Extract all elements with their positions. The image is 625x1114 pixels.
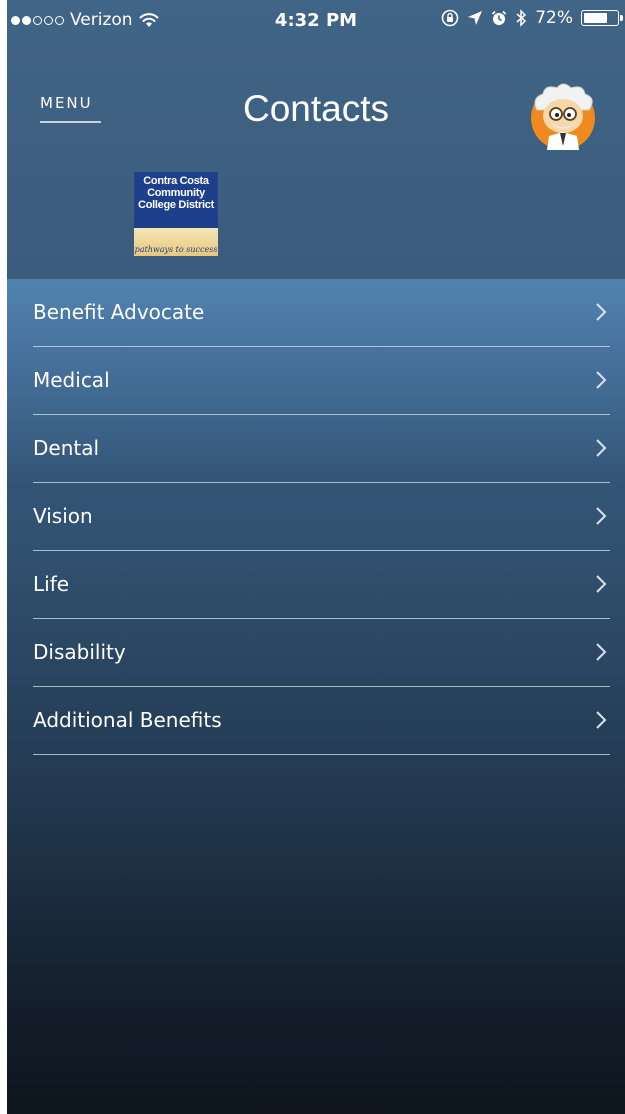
logo-line-2: Community bbox=[147, 187, 205, 199]
logo-line-1: Contra Costa bbox=[143, 175, 209, 187]
list-item-vision[interactable]: Vision bbox=[33, 483, 610, 551]
chevron-right-icon bbox=[596, 575, 607, 593]
chevron-right-icon bbox=[596, 507, 607, 525]
logo-line-3: College District bbox=[138, 199, 214, 211]
chevron-right-icon bbox=[596, 711, 607, 729]
status-bar: Verizon 4:32 PM 72% bbox=[7, 0, 625, 40]
chevron-right-icon bbox=[596, 643, 607, 661]
bluetooth-icon bbox=[516, 9, 527, 27]
contacts-screen: Verizon 4:32 PM 72% MENU Contacts Contra… bbox=[7, 0, 625, 1114]
battery-icon bbox=[581, 10, 623, 26]
list-item-label: Medical bbox=[33, 368, 110, 392]
list-item-medical[interactable]: Medical bbox=[33, 347, 610, 415]
list-item-label: Vision bbox=[33, 504, 93, 528]
status-bar-right: 72% bbox=[441, 8, 623, 28]
list-item-life[interactable]: Life bbox=[33, 551, 610, 619]
list-item-benefit-advocate[interactable]: Benefit Advocate bbox=[33, 279, 610, 347]
battery-level-fill bbox=[584, 13, 608, 23]
list-item-label: Disability bbox=[33, 640, 126, 664]
list-item-label: Additional Benefits bbox=[33, 708, 222, 732]
chevron-right-icon bbox=[596, 303, 607, 321]
rotation-lock-icon bbox=[441, 9, 459, 27]
contacts-list: Benefit Advocate Medical Dental Vision L… bbox=[7, 279, 625, 755]
list-item-label: Dental bbox=[33, 436, 100, 460]
list-item-additional-benefits[interactable]: Additional Benefits bbox=[33, 687, 610, 755]
district-logo: Contra Costa Community College District … bbox=[134, 172, 218, 256]
list-item-label: Benefit Advocate bbox=[33, 300, 205, 324]
chevron-right-icon bbox=[596, 371, 607, 389]
list-item-disability[interactable]: Disability bbox=[33, 619, 610, 687]
list-item-label: Life bbox=[33, 572, 70, 596]
battery-percentage: 72% bbox=[535, 8, 573, 28]
chevron-right-icon bbox=[596, 439, 607, 457]
alarm-clock-icon bbox=[492, 10, 507, 25]
logo-tagline: pathways to success bbox=[134, 245, 218, 254]
location-arrow-icon bbox=[468, 11, 483, 25]
list-item-dental[interactable]: Dental bbox=[33, 415, 610, 483]
scientist-avatar-icon[interactable] bbox=[523, 80, 603, 152]
